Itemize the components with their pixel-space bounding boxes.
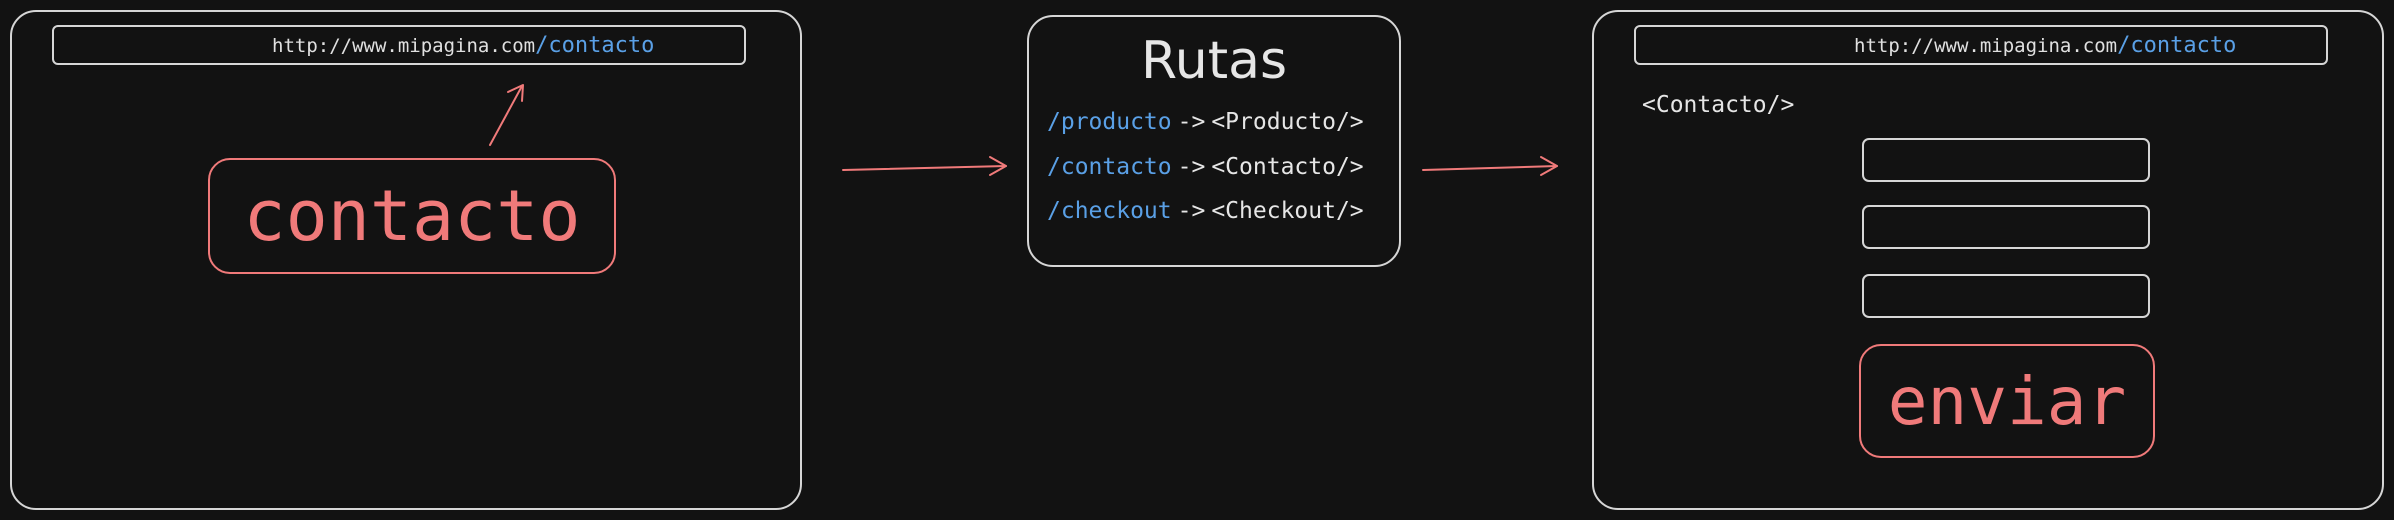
route-row-contacto: /contacto -> <Contacto/>	[1047, 154, 1364, 180]
route-component: <Contacto/>	[1211, 154, 1364, 180]
route-row-checkout: /checkout -> <Checkout/>	[1047, 198, 1364, 224]
route-path: /producto	[1047, 109, 1172, 135]
right-arrow-icon	[842, 156, 1007, 176]
contacto-link[interactable]: contacto	[208, 158, 616, 274]
url-host: http://www.mipagina.com	[1854, 34, 2118, 57]
url-host: http://www.mipagina.com	[272, 34, 536, 57]
url-path: /contacto	[535, 32, 655, 58]
url-bar[interactable]: http://www.mipagina.com/contacto	[52, 25, 746, 65]
url-bar[interactable]: http://www.mipagina.com/contacto	[1634, 25, 2328, 65]
routes-panel: Rutas /producto -> <Producto/> /contacto ->…	[1027, 15, 1401, 267]
browser-window-left: http://www.mipagina.com/contacto contact…	[10, 10, 802, 510]
form-field[interactable]	[1862, 205, 2150, 249]
route-component: <Checkout/>	[1211, 198, 1364, 224]
form-field[interactable]	[1862, 274, 2150, 318]
route-path: /contacto	[1047, 154, 1172, 180]
url-text: http://www.mipagina.com/contacto	[1854, 33, 2236, 58]
routes-title: Rutas	[1140, 31, 1288, 91]
route-arrow: ->	[1177, 109, 1206, 135]
route-path: /checkout	[1047, 198, 1172, 224]
route-component: <Producto/>	[1211, 109, 1364, 135]
enviar-button[interactable]: enviar	[1859, 344, 2155, 458]
form-field[interactable]	[1862, 138, 2150, 182]
route-arrow: ->	[1177, 198, 1206, 224]
browser-window-right: http://www.mipagina.com/contacto <Contac…	[1592, 10, 2384, 510]
url-text: http://www.mipagina.com/contacto	[272, 33, 654, 58]
right-arrow-icon	[1422, 156, 1558, 176]
route-arrow: ->	[1177, 154, 1206, 180]
route-row-producto: /producto -> <Producto/>	[1047, 109, 1364, 135]
component-label: <Contacto/>	[1642, 92, 1795, 118]
url-path: /contacto	[2117, 32, 2237, 58]
